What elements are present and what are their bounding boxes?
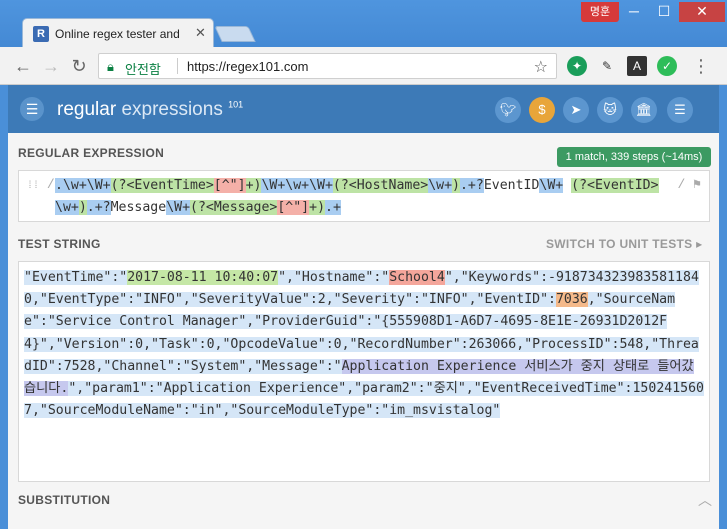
regex-token: (?<HostName> <box>332 178 429 193</box>
lock-icon: 🔒︎ <box>107 59 114 74</box>
test-string-text[interactable]: "EventTime":"2017-08-11 10:40:07","Hostn… <box>24 267 704 422</box>
regex-token: \w+ <box>55 200 79 215</box>
extension-pen-icon[interactable]: ✎ <box>597 56 617 76</box>
brand-number: 101 <box>228 99 244 110</box>
new-tab-button[interactable] <box>214 26 256 42</box>
title-bar: R Online regex tester and ✕ 명훈 ─ ☐ ✕ <box>0 0 727 48</box>
bookmark-star-icon[interactable]: ☆ <box>534 57 548 77</box>
reload-icon[interactable]: ↻ <box>68 55 90 77</box>
regex-token: (?<Message> <box>190 200 278 215</box>
regex-token: \W+ <box>166 200 191 215</box>
regex-token: \w+ <box>428 178 453 193</box>
regex-token: (?<EventID> <box>571 178 659 193</box>
test-string-label: TEST STRING <box>18 237 101 251</box>
test-string-input[interactable]: "EventTime":"2017-08-11 10:40:07","Hostn… <box>18 261 710 482</box>
regex-token: \W+\w+\W+ <box>261 178 333 193</box>
maximize-icon[interactable]: ☐ <box>650 2 678 22</box>
telegram-icon[interactable]: ➤ <box>563 97 589 123</box>
minimize-icon[interactable]: ─ <box>620 2 648 22</box>
regex-section-label: REGULAR EXPRESSION <box>18 146 165 160</box>
settings-menu-icon[interactable]: ☰ <box>667 97 693 123</box>
regex-token: +) <box>245 178 262 193</box>
url-text[interactable]: https://regex101.com <box>187 59 308 74</box>
match-segment-full: "EventTime":" <box>24 270 128 285</box>
browser-toolbar: ← → ↻ 🔒︎ 안전함 https://regex101.com ☆ ✦ ✎ … <box>0 47 727 85</box>
donate-icon[interactable]: $ <box>529 97 555 123</box>
regex-token: \W+ <box>539 178 564 193</box>
regex-token: +) <box>309 200 326 215</box>
address-bar[interactable]: 🔒︎ 안전함 https://regex101.com ☆ <box>98 53 557 79</box>
match-segment-eid: 7036 <box>555 292 588 308</box>
match-segment-host: School4 <box>389 270 445 285</box>
regex-flags[interactable]: / ⚑ <box>678 177 701 192</box>
main-panel: REGULAR EXPRESSION 1 match, 339 steps (~… <box>8 133 719 529</box>
hamburger-menu-icon[interactable]: ☰ <box>20 97 44 121</box>
back-icon[interactable]: ← <box>12 55 34 77</box>
forward-icon[interactable]: → <box>40 55 62 77</box>
regex-token: [^"] <box>213 178 246 193</box>
extension-translate-icon[interactable]: A <box>627 56 647 76</box>
github-icon[interactable]: 🐱︎ <box>597 97 623 123</box>
library-icon[interactable]: 🏛︎ <box>631 97 657 123</box>
regex-input[interactable]: ⁞⁞ / .\w+\W+(?<EventTime>[^"]+)\W+\w+\W+… <box>18 170 710 222</box>
close-window-icon[interactable]: ✕ <box>679 2 725 22</box>
site-logo[interactable]: regular expressions 101 <box>57 99 243 121</box>
brand-main: regular <box>57 99 117 120</box>
regex-token: Message <box>110 200 167 215</box>
match-info-badge: 1 match, 339 steps (~14ms) <box>557 147 711 167</box>
browser-menu-icon[interactable]: ⋮ <box>690 55 712 77</box>
browser-tab[interactable]: R Online regex tester and ✕ <box>22 18 214 48</box>
extension-check-icon[interactable]: ✓ <box>657 56 677 76</box>
regex-pattern[interactable]: .\w+\W+(?<EventTime>[^"]+)\W+\w+\W+(?<Ho… <box>55 175 665 219</box>
browser-window: R Online regex tester and ✕ 명훈 ─ ☐ ✕ ← →… <box>0 0 727 529</box>
regex-token: .\w+\W+ <box>55 178 111 193</box>
tab-title: Online regex tester and <box>55 27 180 41</box>
regex-token: (?<EventTime> <box>110 178 214 193</box>
regex-token: ) <box>78 200 87 215</box>
tab-close-icon[interactable]: ✕ <box>195 25 206 41</box>
switch-unit-tests-link[interactable]: SWITCH TO UNIT TESTS ▸ <box>546 237 702 251</box>
flag-icon[interactable]: ⚑ <box>693 177 701 192</box>
brand-sub: expressions <box>121 99 223 120</box>
match-segment-full: ","Hostname":" <box>278 270 390 285</box>
regex-token: .+ <box>325 200 341 215</box>
substitution-label[interactable]: SUBSTITUTION <box>18 493 110 507</box>
match-segment-time: 2017-08-11 10:40:07 <box>127 270 279 285</box>
regex-token: EventID <box>483 178 540 193</box>
url-divider <box>177 58 178 74</box>
regex-token <box>563 178 571 193</box>
twitter-icon[interactable]: 🐦︎ <box>495 97 521 123</box>
match-segment-full: ","param1":"Application Experience","par… <box>24 381 704 419</box>
regex101-favicon-icon: R <box>33 26 49 42</box>
secure-label: 안전함 <box>125 62 161 77</box>
regex-open-delimiter: ⁞⁞ / <box>27 177 55 192</box>
app-header: ☰ regular expressions 101 🐦︎ $ ➤ 🐱︎ 🏛︎ ☰ <box>8 85 719 133</box>
extension-green-icon[interactable]: ✦ <box>567 56 587 76</box>
regex-token: .+? <box>459 178 484 193</box>
chevron-up-icon[interactable]: ︿ <box>698 490 712 510</box>
regex-token: [^"] <box>277 200 310 215</box>
regex-token: ) <box>452 178 460 193</box>
profile-badge[interactable]: 명훈 <box>581 2 619 22</box>
regex-token: .+? <box>86 200 111 215</box>
